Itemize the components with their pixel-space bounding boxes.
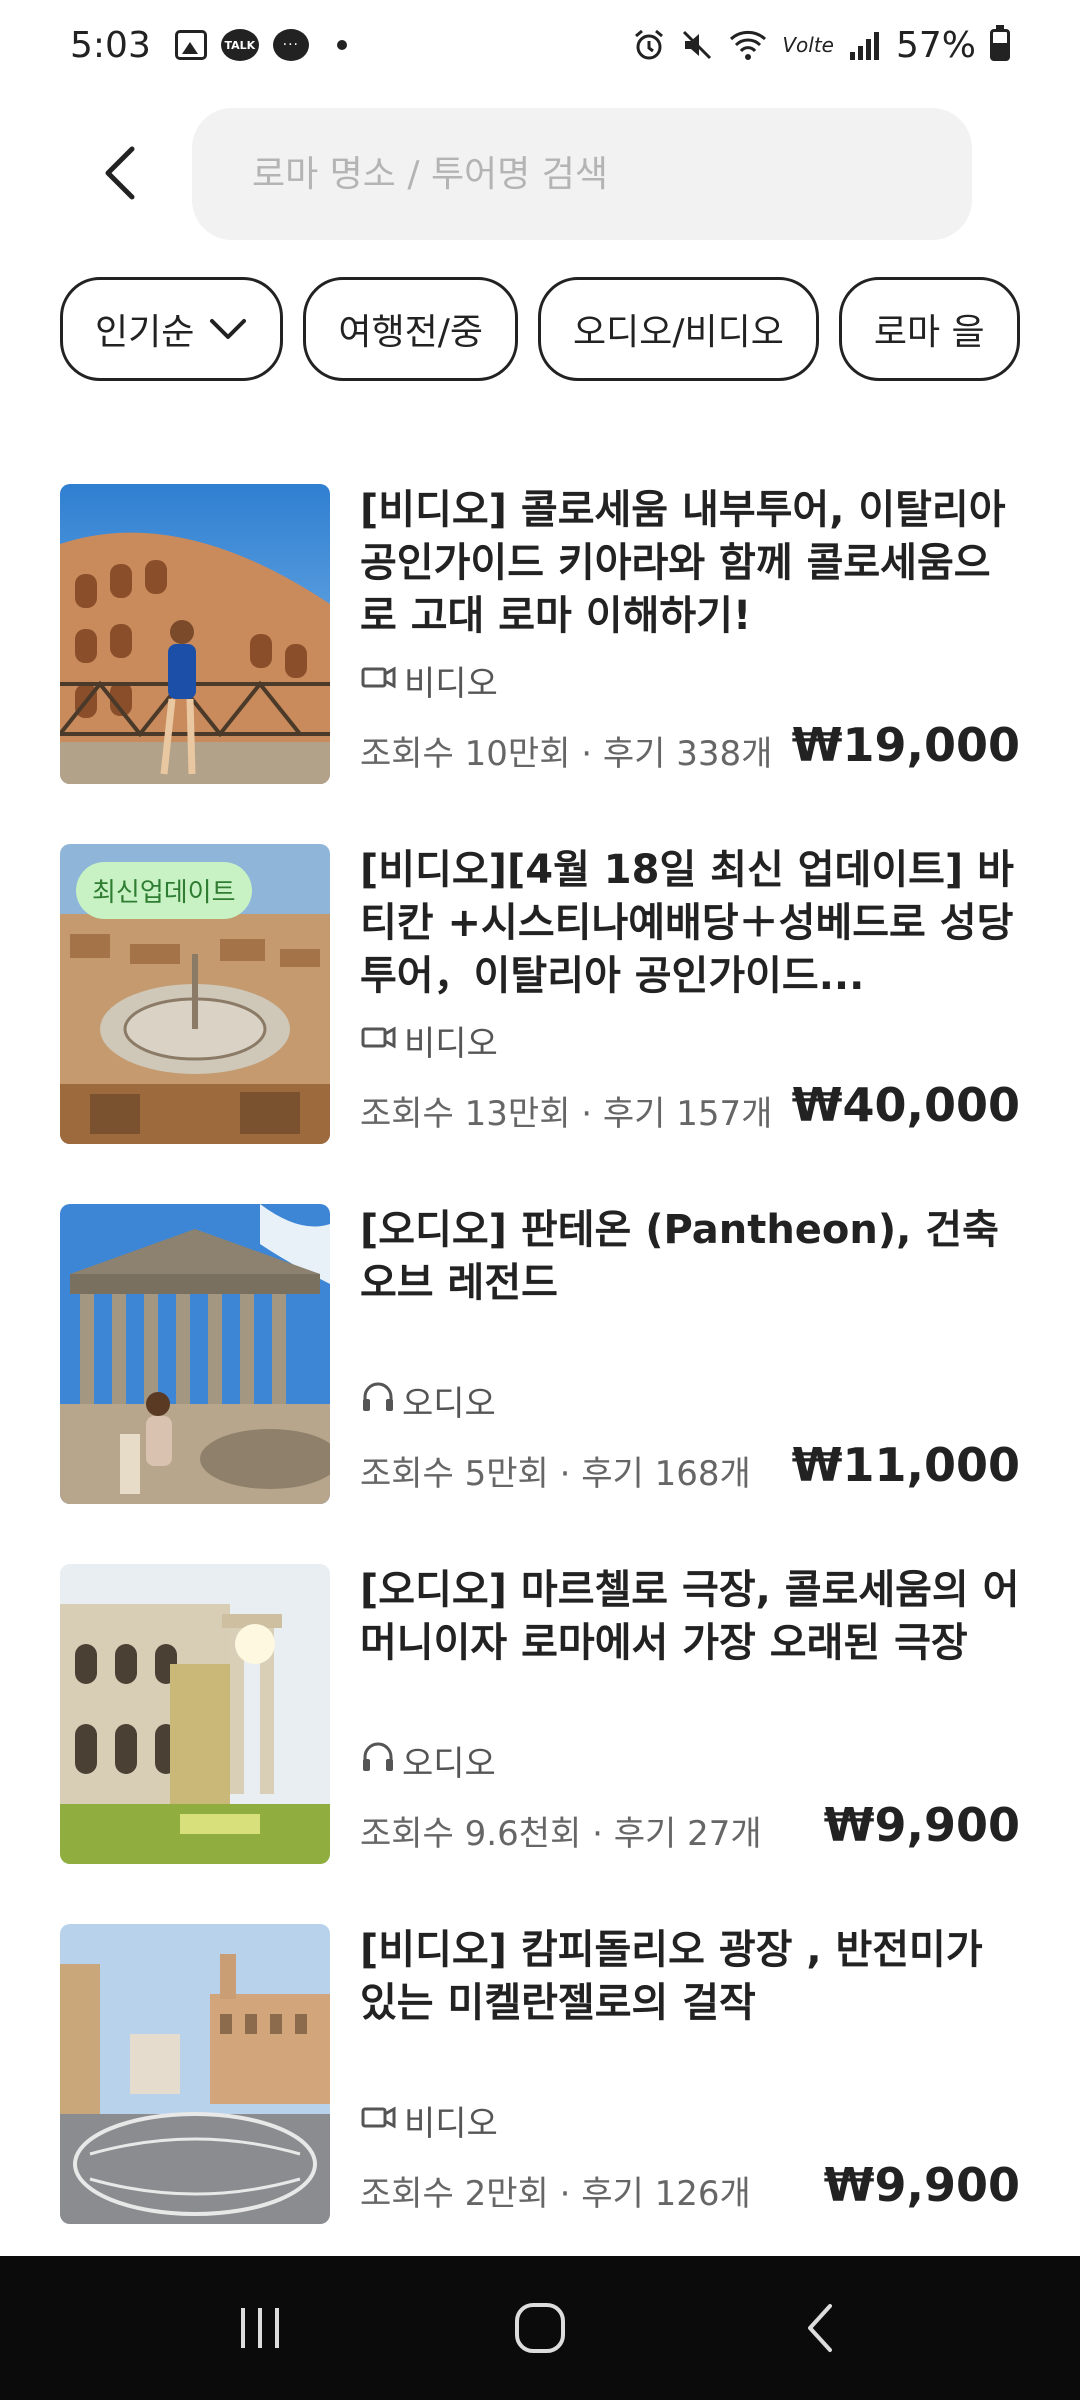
video-camera-icon bbox=[360, 1021, 398, 1061]
item-title: [비디오][4월 18일 최신 업데이트] 바티칸 +시스티나예배당＋성베드로 … bbox=[360, 847, 1014, 999]
headphones-icon bbox=[360, 1739, 396, 1782]
message-icon: ··· bbox=[272, 29, 309, 61]
media-type: 오디오 bbox=[360, 1376, 496, 1425]
gallery-icon bbox=[174, 30, 207, 60]
alarm-icon bbox=[632, 28, 666, 62]
more-notifications-dot-icon bbox=[336, 40, 347, 50]
filter-chip-region[interactable]: 로마 을 bbox=[838, 277, 1020, 381]
item-title: [오디오] 판테온 (Pantheon), 건축 오브 레전드 bbox=[360, 1207, 999, 1306]
item-title: [비디오] 콜로세움 내부투어, 이탈리아 공인가이드 키아라와 함께 콜로세움… bbox=[360, 487, 1006, 639]
filter-chips: 인기순 여행전/중 오디오/비디오 로마 을 bbox=[60, 277, 1020, 381]
media-type: 비디오 bbox=[360, 2096, 498, 2145]
filter-chip-media-type[interactable]: 오디오/비디오 bbox=[537, 277, 819, 381]
item-info: [오디오] 판테온 (Pantheon), 건축 오브 레전드 오디오 조회수 … bbox=[360, 1204, 1020, 1504]
filter-chip-travel-phase[interactable]: 여행전/중 bbox=[303, 277, 518, 381]
search-input[interactable] bbox=[252, 153, 972, 195]
back-button[interactable] bbox=[90, 138, 150, 208]
list-item[interactable]: [비디오] 콜로세움 내부투어, 이탈리아 공인가이드 키아라와 함께 콜로세움… bbox=[60, 484, 1020, 784]
filter-chip-label: 오디오/비디오 bbox=[572, 312, 784, 353]
headphones-icon bbox=[360, 1379, 396, 1422]
thumbnail-marcello bbox=[60, 1564, 330, 1864]
filter-chip-label: 여행전/중 bbox=[338, 312, 483, 353]
media-type-label: 비디오 bbox=[404, 2104, 498, 2144]
filter-chip-label: 인기순 bbox=[95, 312, 195, 353]
wifi-icon bbox=[728, 28, 768, 62]
system-navigation-bar bbox=[0, 2256, 1080, 2400]
chevron-left-icon bbox=[105, 146, 135, 200]
item-price: ₩9,900 bbox=[823, 2158, 1020, 2212]
status-bar: 5:03 TALK ··· Vᴏlte 57% bbox=[0, 0, 1080, 90]
filter-chip-sort[interactable]: 인기순 bbox=[60, 277, 284, 381]
item-info: [비디오] 콜로세움 내부투어, 이탈리아 공인가이드 키아라와 함께 콜로세움… bbox=[360, 484, 1020, 784]
notification-icons: TALK ··· bbox=[174, 29, 347, 61]
thumbnail-campidoglio bbox=[60, 1924, 330, 2224]
item-info: [오디오] 마르첼로 극장, 콜로세움의 어머니이자 로마에서 가장 오래된 극… bbox=[360, 1564, 1020, 1864]
thumbnail-colosseum bbox=[60, 484, 330, 784]
item-meta: 조회수 13만회 · 후기 157개 bbox=[360, 1094, 773, 1134]
system-icons: Vᴏlte 57% bbox=[632, 25, 1010, 66]
signal-icon bbox=[848, 28, 882, 62]
list-item[interactable]: 최신업데이트 [비디오][4월 18일 최신 업데이트] 바티칸 +시스티나예배… bbox=[60, 844, 1020, 1144]
video-camera-icon bbox=[360, 2101, 398, 2141]
battery-icon bbox=[990, 25, 1010, 61]
list-item[interactable]: [오디오] 마르첼로 극장, 콜로세움의 어머니이자 로마에서 가장 오래된 극… bbox=[60, 1564, 1020, 1864]
item-price: ₩40,000 bbox=[791, 1078, 1020, 1132]
latest-update-badge: 최신업데이트 bbox=[76, 862, 252, 919]
item-meta: 조회수 10만회 · 후기 338개 bbox=[360, 734, 773, 774]
back-icon bbox=[808, 2304, 832, 2352]
media-type: 오디오 bbox=[360, 1736, 496, 1785]
media-type: 비디오 bbox=[360, 1016, 498, 1065]
thumbnail-pantheon bbox=[60, 1204, 330, 1504]
item-title: [비디오] 캄피돌리오 광장 , 반전미가 있는 미켈란젤로의 걸작 bbox=[360, 1927, 983, 2026]
media-type-label: 오디오 bbox=[402, 1384, 496, 1424]
tour-list: [비디오] 콜로세움 내부투어, 이탈리아 공인가이드 키아라와 함께 콜로세움… bbox=[60, 484, 1020, 2284]
chevron-down-icon bbox=[208, 309, 248, 350]
media-type-label: 오디오 bbox=[402, 1744, 496, 1784]
item-info: [비디오] 캄피돌리오 광장 , 반전미가 있는 미켈란젤로의 걸작 비디오 조… bbox=[360, 1924, 1020, 2224]
volte-indicator: Vᴏlte bbox=[782, 33, 834, 57]
status-time: 5:03 bbox=[70, 24, 151, 66]
item-price: ₩9,900 bbox=[823, 1798, 1020, 1852]
item-title: [오디오] 마르첼로 극장, 콜로세움의 어머니이자 로마에서 가장 오래된 극… bbox=[360, 1567, 1020, 1666]
item-meta: 조회수 5만회 · 후기 168개 bbox=[360, 1454, 751, 1494]
home-icon bbox=[515, 2303, 565, 2353]
media-type-label: 비디오 bbox=[404, 664, 498, 704]
mute-icon bbox=[680, 28, 714, 62]
media-type-label: 비디오 bbox=[404, 1024, 498, 1064]
list-item[interactable]: [비디오] 캄피돌리오 광장 , 반전미가 있는 미켈란젤로의 걸작 비디오 조… bbox=[60, 1924, 1020, 2224]
thumbnail-vatican: 최신업데이트 bbox=[60, 844, 330, 1144]
list-item[interactable]: [오디오] 판테온 (Pantheon), 건축 오브 레전드 오디오 조회수 … bbox=[60, 1204, 1020, 1504]
search-box[interactable] bbox=[192, 108, 972, 240]
item-price: ₩11,000 bbox=[791, 1438, 1020, 1492]
item-info: [비디오][4월 18일 최신 업데이트] 바티칸 +시스티나예배당＋성베드로 … bbox=[360, 844, 1020, 1144]
item-meta: 조회수 9.6천회 · 후기 27개 bbox=[360, 1814, 762, 1854]
battery-percent: 57% bbox=[895, 24, 976, 66]
header bbox=[0, 108, 1080, 240]
recent-apps-icon bbox=[241, 2308, 279, 2348]
kakaotalk-icon: TALK bbox=[220, 29, 259, 61]
filter-chip-label: 로마 을 bbox=[873, 312, 985, 353]
system-back-button[interactable] bbox=[760, 2278, 880, 2378]
item-meta: 조회수 2만회 · 후기 126개 bbox=[360, 2174, 751, 2214]
video-camera-icon bbox=[360, 661, 398, 701]
recent-apps-button[interactable] bbox=[200, 2278, 320, 2378]
item-price: ₩19,000 bbox=[791, 718, 1020, 772]
home-button[interactable] bbox=[480, 2278, 600, 2378]
media-type: 비디오 bbox=[360, 656, 498, 705]
